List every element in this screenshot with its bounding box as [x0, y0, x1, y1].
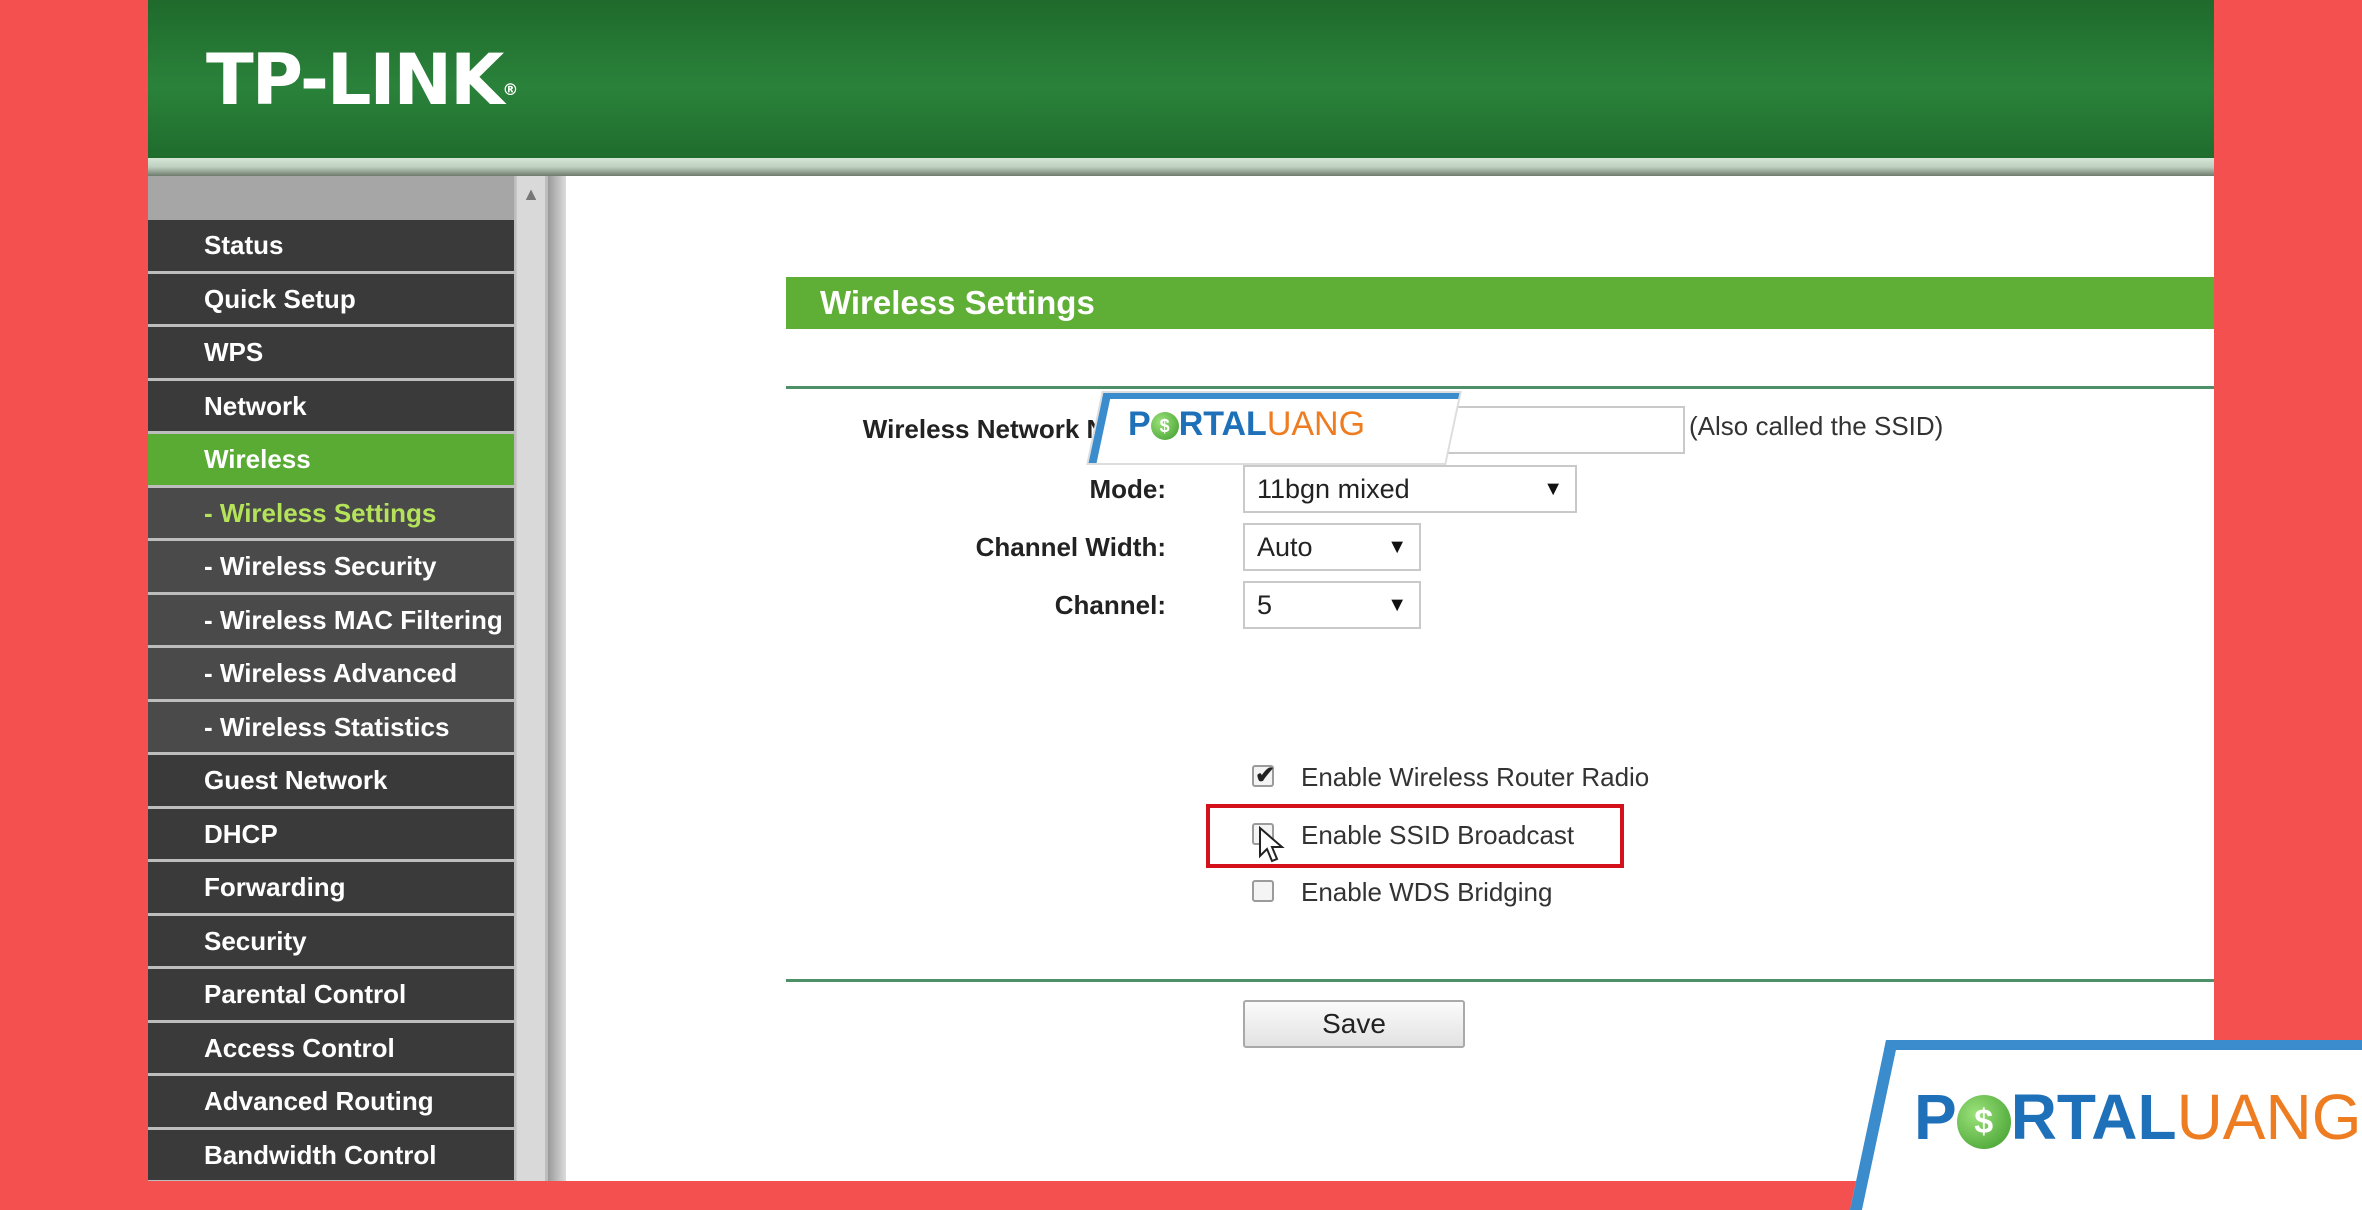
sidebar-item-wireless-advanced[interactable]: - Wireless Advanced	[148, 648, 514, 699]
sidebar-item-status[interactable]: Status	[148, 220, 514, 271]
dropdown-arrow-icon: ▼	[1543, 478, 1563, 500]
sidebar-item-advanced-routing[interactable]: Advanced Routing	[148, 1076, 514, 1127]
checkmark-icon: ✔	[1255, 762, 1276, 789]
sidebar-item-wireless[interactable]: Wireless	[148, 434, 514, 485]
router-admin-window: TP-LINK® Status Quick Setup WPS Network …	[148, 0, 2214, 1181]
sidebar-item-access-control[interactable]: Access Control	[148, 1022, 514, 1073]
sidebar-item-quick-setup[interactable]: Quick Setup	[148, 273, 514, 324]
sidebar-menu: Status Quick Setup WPS Network Wireless …	[148, 220, 514, 1181]
sidebar: Status Quick Setup WPS Network Wireless …	[148, 176, 548, 1181]
channel-label: Channel:	[1054, 590, 1166, 620]
divider-bottom	[786, 979, 2214, 982]
channel-value: 5	[1257, 590, 1273, 620]
radio-enable-checkbox[interactable]: ✔	[1252, 762, 1275, 789]
channel-width-value: Auto	[1257, 532, 1313, 562]
portaluang-watermark-small: P $ RTALUANG	[1128, 405, 1366, 443]
tp-link-logo: TP-LINK®	[206, 39, 519, 121]
channel-width-select[interactable]: Auto ▼	[1243, 523, 1421, 571]
save-button[interactable]: Save	[1243, 1000, 1465, 1048]
divider-top	[786, 386, 2214, 389]
sidebar-scrollbar[interactable]: ▲	[516, 176, 545, 1181]
mode-select[interactable]: 11bgn mixed ▼	[1243, 465, 1577, 513]
wds-bridging-label: Enable WDS Bridging	[1301, 877, 1553, 907]
sidebar-item-wireless-statistics[interactable]: - Wireless Statistics	[148, 701, 514, 752]
header: TP-LINK®	[148, 0, 2214, 158]
main-content: Wireless Settings Wireless Network Name:…	[566, 176, 2214, 1181]
sidebar-item-security[interactable]: Security	[148, 915, 514, 966]
channel-select[interactable]: 5 ▼	[1243, 581, 1421, 629]
network-name-label: Wireless Network Name:	[862, 414, 1166, 444]
sidebar-item-dhcp[interactable]: DHCP	[148, 808, 514, 859]
radio-enable-label: Enable Wireless Router Radio	[1301, 762, 1650, 792]
mouse-cursor-icon	[1259, 826, 1285, 863]
sidebar-item-guest-network[interactable]: Guest Network	[148, 755, 514, 806]
dropdown-arrow-icon: ▼	[1387, 536, 1407, 558]
sidebar-item-wireless-settings[interactable]: - Wireless Settings	[148, 487, 514, 538]
page-title: Wireless Settings	[786, 277, 2214, 329]
sidebar-item-wps[interactable]: WPS	[148, 327, 514, 378]
coin-icon: $	[1150, 412, 1179, 441]
mode-value: 11bgn mixed	[1257, 474, 1410, 504]
sidebar-item-wireless-mac-filtering[interactable]: - Wireless MAC Filtering	[148, 594, 514, 645]
mode-label: Mode:	[1089, 474, 1166, 504]
sidebar-top-spacer	[148, 176, 514, 220]
dropdown-arrow-icon: ▼	[1387, 594, 1407, 616]
ssid-note: (Also called the SSID)	[1689, 411, 1944, 441]
header-divider	[148, 158, 2214, 176]
sidebar-item-wireless-security[interactable]: - Wireless Security	[148, 541, 514, 592]
sidebar-item-bandwidth-control[interactable]: Bandwidth Control	[148, 1129, 514, 1180]
portaluang-watermark-large: P $ RTALUANG	[1914, 1081, 2362, 1153]
sidebar-item-network[interactable]: Network	[148, 380, 514, 431]
sidebar-item-parental-control[interactable]: Parental Control	[148, 969, 514, 1020]
scroll-up-arrow-icon[interactable]: ▲	[517, 180, 545, 208]
wds-bridging-checkbox[interactable]	[1252, 880, 1274, 902]
sidebar-item-forwarding[interactable]: Forwarding	[148, 862, 514, 913]
coin-icon: $	[1956, 1095, 2011, 1150]
frame-divider	[548, 176, 566, 1181]
channel-width-label: Channel Width:	[975, 532, 1166, 562]
